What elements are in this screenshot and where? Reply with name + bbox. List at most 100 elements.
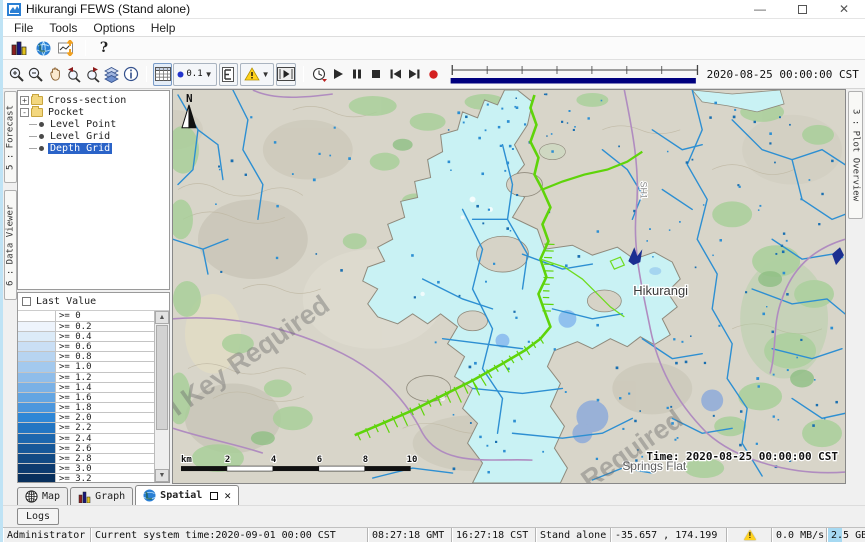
legend-row-label: >= 1.6 bbox=[56, 393, 154, 402]
chevron-down-icon: ▼ bbox=[205, 70, 213, 79]
last-value-checkbox[interactable] bbox=[22, 297, 31, 306]
tree-item-label: Cross-section bbox=[46, 95, 128, 106]
status-user: Administrator bbox=[3, 528, 91, 542]
legend-row-label: >= 2.0 bbox=[56, 413, 154, 422]
legend-color-swatch bbox=[18, 454, 56, 463]
legend-header: Last Value bbox=[18, 293, 169, 310]
legend-row[interactable]: >= 0.4 bbox=[18, 332, 154, 342]
legend-row-label: >= 3.2 bbox=[56, 474, 154, 482]
legend-row[interactable]: >= 1.0 bbox=[18, 362, 154, 372]
scroll-thumb[interactable] bbox=[156, 325, 168, 429]
layers-icon[interactable] bbox=[102, 63, 121, 86]
legend-color-swatch bbox=[18, 423, 56, 432]
legend-row[interactable]: >= 0.8 bbox=[18, 352, 154, 362]
tab-plot-overview[interactable]: 3 : Plot Overview bbox=[848, 91, 863, 219]
legend-row[interactable]: >= 3.2 bbox=[18, 474, 154, 482]
close-button[interactable]: ✕ bbox=[823, 0, 865, 18]
toolbar-separator bbox=[146, 66, 147, 82]
timer-icon[interactable] bbox=[310, 63, 329, 86]
scroll-down-icon[interactable]: ▼ bbox=[155, 469, 169, 482]
legend-row[interactable]: >= 2.8 bbox=[18, 454, 154, 464]
tree-item-level-grid[interactable]: Level Grid bbox=[20, 130, 167, 142]
maximize-button[interactable] bbox=[781, 0, 823, 18]
legend-color-swatch bbox=[18, 434, 56, 443]
skip-to-end-button[interactable] bbox=[405, 63, 424, 86]
legend-row[interactable]: >= 2.4 bbox=[18, 434, 154, 444]
legend-row[interactable]: >= 1.2 bbox=[18, 373, 154, 383]
legend-row[interactable]: >= 1.4 bbox=[18, 383, 154, 393]
zoom-previous-icon[interactable] bbox=[64, 63, 83, 86]
collapse-icon[interactable]: - bbox=[20, 108, 29, 117]
zoom-in-icon[interactable] bbox=[7, 63, 26, 86]
info-icon[interactable] bbox=[121, 63, 140, 86]
close-panel-icon[interactable]: ✕ bbox=[224, 489, 231, 502]
legend-row[interactable]: >= 2.0 bbox=[18, 413, 154, 423]
menu-bar: File Tools Options Help bbox=[3, 19, 865, 37]
tab-graph[interactable]: Graph bbox=[70, 487, 133, 505]
tree-item-pocket[interactable]: - Pocket bbox=[20, 106, 167, 118]
time-slider[interactable] bbox=[449, 62, 701, 87]
menu-help[interactable]: Help bbox=[143, 20, 184, 36]
animation-frame-button[interactable] bbox=[276, 63, 296, 86]
legend-scrollbar[interactable]: ▲ ▼ bbox=[155, 311, 169, 482]
elevation-labels-button[interactable] bbox=[219, 63, 238, 86]
zoom-out-icon[interactable] bbox=[26, 63, 45, 86]
map-view[interactable]: Hikurangi Springs Flat SH1 API Key Requi… bbox=[172, 89, 846, 484]
app-icon bbox=[7, 3, 21, 16]
threshold-dropdown[interactable]: 0.1 ▼ bbox=[173, 63, 216, 86]
legend-color-swatch bbox=[18, 332, 56, 341]
logs-row: Logs bbox=[3, 505, 865, 527]
map-canvas[interactable]: Hikurangi Springs Flat SH1 API Key Requi… bbox=[173, 90, 845, 483]
status-warning-cell[interactable] bbox=[727, 528, 772, 542]
toolbar-separator bbox=[303, 66, 304, 82]
scroll-track[interactable] bbox=[155, 324, 169, 469]
zoom-next-icon[interactable] bbox=[83, 63, 102, 86]
expand-icon[interactable]: + bbox=[20, 96, 29, 105]
legend-row[interactable]: >= 2.2 bbox=[18, 423, 154, 433]
tree-item-cross-section[interactable]: + Cross-section bbox=[20, 94, 167, 106]
legend-row-label: >= 2.4 bbox=[56, 434, 154, 443]
legend-color-swatch bbox=[18, 342, 56, 351]
pan-hand-icon[interactable] bbox=[45, 63, 64, 86]
grid-display-button[interactable] bbox=[153, 63, 172, 86]
legend-row[interactable]: >= 3.0 bbox=[18, 464, 154, 474]
menu-tools[interactable]: Tools bbox=[41, 20, 85, 36]
warning-threshold-dropdown[interactable]: ▼ bbox=[240, 63, 274, 86]
tree-item-depth-grid[interactable]: Depth Grid bbox=[20, 142, 167, 154]
logs-button[interactable]: Logs bbox=[17, 508, 59, 525]
legend-row[interactable]: >= 0 bbox=[18, 311, 154, 321]
tree-item-level-point[interactable]: Level Point bbox=[20, 118, 167, 130]
record-button[interactable] bbox=[424, 63, 443, 86]
left-tab-strip: 5 : Forecast 6 : Data Viewer bbox=[3, 89, 17, 484]
legend-row-label: >= 0 bbox=[56, 311, 154, 320]
legend-row-label: >= 0.2 bbox=[56, 322, 154, 331]
help-button[interactable]: ? bbox=[92, 38, 116, 59]
skip-to-start-button[interactable] bbox=[386, 63, 405, 86]
pause-button[interactable] bbox=[348, 63, 367, 86]
legend-row[interactable]: >= 1.8 bbox=[18, 403, 154, 413]
tab-data-viewer[interactable]: 6 : Data Viewer bbox=[4, 190, 17, 300]
timeseries-display-icon[interactable] bbox=[55, 38, 79, 59]
tree-connector bbox=[29, 148, 37, 149]
menu-options[interactable]: Options bbox=[85, 20, 142, 36]
spatial-display-icon[interactable] bbox=[31, 38, 55, 59]
legend-row[interactable]: >= 2.6 bbox=[18, 444, 154, 454]
menu-file[interactable]: File bbox=[6, 20, 41, 36]
legend-color-swatch bbox=[18, 464, 56, 473]
legend-row-label: >= 3.0 bbox=[56, 464, 154, 473]
scroll-up-icon[interactable]: ▲ bbox=[155, 311, 169, 324]
tab-forecast[interactable]: 5 : Forecast bbox=[4, 91, 17, 183]
scale-tick: 8 bbox=[363, 455, 368, 465]
legend-color-swatch bbox=[18, 311, 56, 320]
database-viewer-icon[interactable] bbox=[7, 38, 31, 59]
main-toolbar: ? bbox=[3, 37, 865, 60]
play-button[interactable] bbox=[329, 63, 348, 86]
legend-row[interactable]: >= 0.6 bbox=[18, 342, 154, 352]
minimize-button[interactable]: — bbox=[739, 0, 781, 18]
maximize-panel-icon[interactable] bbox=[210, 492, 218, 500]
tab-spatial[interactable]: Spatial ✕ bbox=[135, 485, 239, 505]
tab-map[interactable]: Map bbox=[17, 487, 68, 505]
legend-row[interactable]: >= 1.6 bbox=[18, 393, 154, 403]
stop-button[interactable] bbox=[367, 63, 386, 86]
legend-row[interactable]: >= 0.2 bbox=[18, 322, 154, 332]
